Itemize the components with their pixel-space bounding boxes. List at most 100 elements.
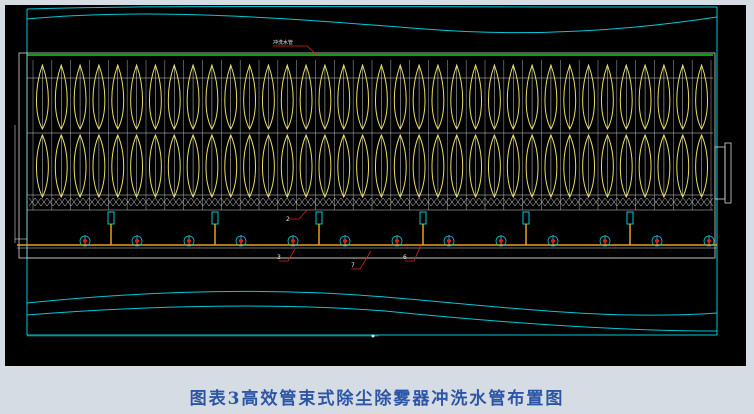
mesh-cell: [76, 197, 84, 207]
duct-bottom-wave: [26, 290, 718, 316]
branch-valve: [419, 211, 427, 225]
mesh-cell: [136, 197, 144, 207]
mesh-cell: [244, 197, 252, 207]
mesh-cell: [394, 197, 402, 207]
header-pipe-tag: 冲洗水管: [273, 39, 293, 46]
mesh-cell: [232, 197, 240, 207]
mesh-cell: [226, 197, 234, 207]
mesh-cell: [526, 197, 534, 207]
mesh-cell: [550, 197, 558, 207]
callout-7: 7: [351, 262, 355, 269]
figure-caption: 图表3高效管束式除尘除雾器冲洗水管布置图: [189, 389, 565, 409]
mesh-cell: [364, 197, 372, 207]
mesh-cell: [406, 197, 414, 207]
cad-drawing-panel: 冲洗水管 2 3 7 6: [5, 5, 746, 366]
mesh-cell: [556, 197, 564, 207]
mesh-cell: [190, 197, 198, 207]
mesh-band: [28, 197, 714, 207]
mesh-cell: [646, 197, 654, 207]
mesh-cell: [418, 197, 426, 207]
mesh-cell: [262, 197, 270, 207]
duct-bottom-wave-lower: [26, 305, 718, 332]
mesh-cell: [316, 197, 324, 207]
mesh-cell: [34, 197, 42, 207]
mesh-cell: [166, 197, 174, 207]
nozzle-head: [395, 239, 399, 243]
mesh-cell: [214, 197, 222, 207]
mesh-cell: [388, 197, 396, 207]
mesh-cell: [484, 197, 492, 207]
mesh-cell: [52, 197, 60, 207]
mesh-cell: [28, 197, 36, 207]
mesh-cell: [256, 197, 264, 207]
mesh-cell: [682, 197, 690, 207]
tube-columns: [32, 60, 712, 210]
mesh-cell: [694, 197, 702, 207]
nozzle-head: [343, 239, 347, 243]
mesh-cell: [328, 197, 336, 207]
mesh-cell: [286, 197, 294, 207]
nozzle-head: [447, 239, 451, 243]
callout-2: 2: [286, 216, 290, 223]
mesh-cell: [454, 197, 462, 207]
mesh-cell: [670, 197, 678, 207]
mesh-cell: [376, 197, 384, 207]
mesh-cell: [544, 197, 552, 207]
mesh-cell: [430, 197, 438, 207]
mesh-cell: [298, 197, 306, 207]
mesh-cell: [280, 197, 288, 207]
mesh-cell: [532, 197, 540, 207]
branch-valve: [315, 211, 323, 225]
mesh-cell: [568, 197, 576, 207]
mesh-cell: [514, 197, 522, 207]
mesh-cell: [622, 197, 630, 207]
mesh-cell: [436, 197, 444, 207]
mesh-cell: [352, 197, 360, 207]
mesh-cell: [442, 197, 450, 207]
mesh-cell: [490, 197, 498, 207]
pipe-layout-drawing: 冲洗水管 2 3 7 6: [14, 6, 732, 338]
mesh-cell: [64, 197, 72, 207]
mesh-cell: [112, 197, 120, 207]
mesh-cell: [466, 197, 474, 207]
mesh-cell: [106, 197, 114, 207]
mesh-cell: [130, 197, 138, 207]
mesh-cell: [184, 197, 192, 207]
mesh-cell: [160, 197, 168, 207]
mesh-cell: [604, 197, 612, 207]
mesh-cell: [310, 197, 318, 207]
mesh-cell: [520, 197, 528, 207]
outlet-flange-cap: [724, 142, 732, 204]
nozzle-head: [135, 239, 139, 243]
callout-6-leader: [405, 244, 422, 262]
branch-valve: [626, 211, 634, 225]
mesh-cell: [94, 197, 102, 207]
mesh-cell: [562, 197, 570, 207]
mesh-cell: [292, 197, 300, 207]
mesh-cell: [412, 197, 420, 207]
mesh-cell: [172, 197, 180, 207]
mesh-cell: [640, 197, 648, 207]
mesh-cell: [220, 197, 228, 207]
mesh-cell: [46, 197, 54, 207]
nozzle-head: [655, 239, 659, 243]
mesh-cell: [598, 197, 606, 207]
mesh-cell: [40, 197, 48, 207]
mesh-cell: [124, 197, 132, 207]
nozzle-head: [239, 239, 243, 243]
mesh-cell: [706, 197, 714, 207]
nozzle-head: [603, 239, 607, 243]
mesh-cell: [118, 197, 126, 207]
mesh-cell: [346, 197, 354, 207]
mesh-cell: [580, 197, 588, 207]
callout-3: 3: [277, 254, 281, 261]
mesh-cell: [616, 197, 624, 207]
mesh-cell: [250, 197, 258, 207]
branch-valve: [211, 211, 219, 225]
nozzle-head: [551, 239, 555, 243]
mesh-cell: [100, 197, 108, 207]
mesh-cell: [88, 197, 96, 207]
mesh-cell: [340, 197, 348, 207]
mesh-cell: [400, 197, 408, 207]
mesh-cell: [634, 197, 642, 207]
